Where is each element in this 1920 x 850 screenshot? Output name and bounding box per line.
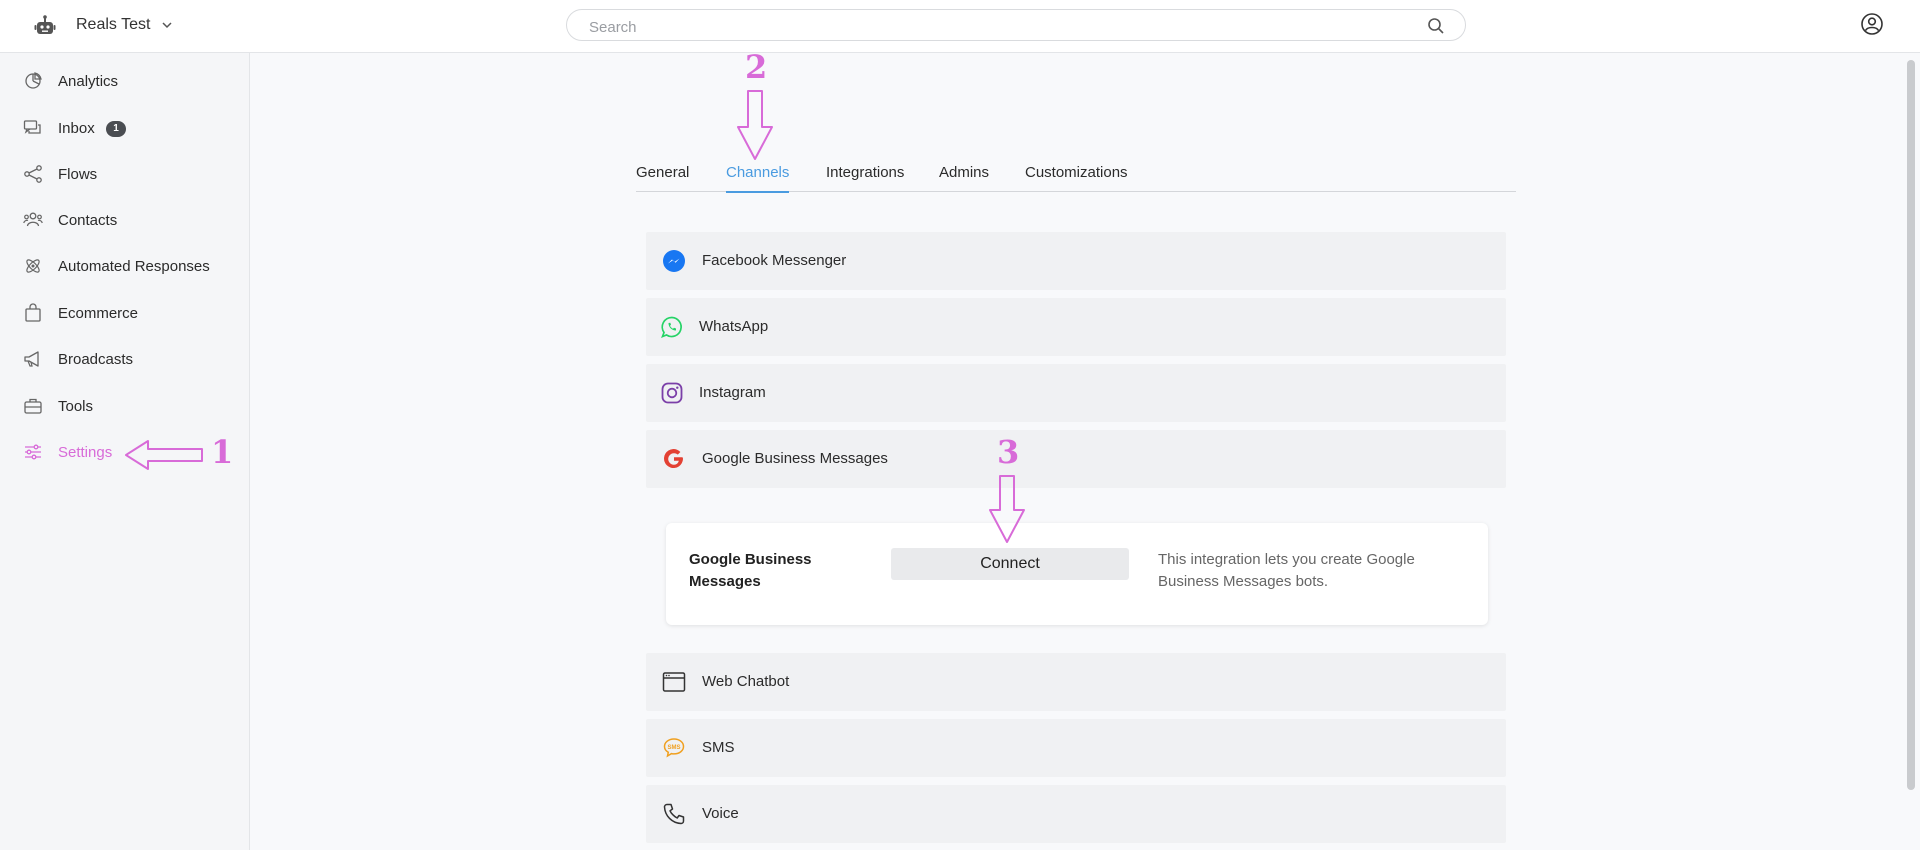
search-input[interactable] [587,16,1411,38]
sidebar-item-label: Ecommerce [58,304,139,322]
tools-icon [22,395,44,417]
bot-icon [34,15,56,34]
sidebar-item-ecommerce[interactable]: Ecommerce [0,293,249,333]
sidebar-item-label: Contacts [58,211,118,229]
google-icon [664,449,683,469]
annotation-arrow-left [125,440,203,470]
channel-row-instagram[interactable]: Instagram [646,364,1506,422]
ecommerce-icon [22,302,44,324]
annotation-arrow-down [989,475,1025,543]
sidebar-item-contacts[interactable]: Contacts [0,200,249,240]
svg-text:SMS: SMS [667,745,680,751]
automated-responses-icon [22,255,44,277]
sidebar-item-label: Analytics [58,72,119,90]
sidebar-item-flows[interactable]: Flows [0,154,249,194]
channel-label: WhatsApp [699,318,769,335]
connect-button[interactable]: Connect [891,548,1129,580]
sms-icon: SMS [663,738,685,758]
card-description: This integration lets you create Google … [1158,551,1415,590]
instagram-icon [661,382,683,404]
inbox-count-badge: 1 [106,121,126,137]
search-icon[interactable] [1427,17,1445,35]
scrollbar-thumb[interactable] [1907,60,1915,790]
tab-admins[interactable]: Admins [939,164,989,191]
channel-row-facebook-messenger[interactable]: Facebook Messenger [646,232,1506,290]
sidebar-item-inbox[interactable]: Inbox 1 [0,108,249,148]
sidebar-item-broadcasts[interactable]: Broadcasts [0,339,249,379]
contacts-icon [22,209,44,231]
sidebar-item-automated-responses[interactable]: Automated Responses [0,246,249,286]
sidebar-item-analytics[interactable]: Analytics [0,61,249,101]
tab-channels[interactable]: Channels [726,164,790,193]
channel-row-google-business-messages[interactable]: Google Business Messages [646,430,1506,488]
sidebar-item-label: Inbox [58,119,95,137]
settings-icon [22,441,44,463]
channel-label: Facebook Messenger [702,252,847,269]
sidebar-item-tools[interactable]: Tools [0,386,249,426]
channel-row-whatsapp[interactable]: WhatsApp [646,298,1506,356]
tab-integrations[interactable]: Integrations [826,164,904,191]
google-business-connect-card: Google Business Messages Connect This in… [666,523,1488,625]
channel-row-voice[interactable]: Voice [646,785,1506,843]
sidebar-item-label: Settings [58,443,113,461]
whatsapp-icon [661,316,682,338]
search-box [566,9,1466,41]
tab-customizations[interactable]: Customizations [1025,164,1128,191]
sidebar-item-label: Tools [58,397,94,415]
sidebar-item-label: Flows [58,165,98,183]
web-chatbot-icon [662,672,686,692]
messenger-icon [663,250,685,272]
annotation-number: 1 [211,433,234,471]
sidebar-item-label: Automated Responses [58,257,210,275]
annotation-arrow-down [737,90,773,160]
account-icon[interactable] [1860,12,1884,36]
channel-row-web-chatbot[interactable]: Web Chatbot [646,653,1506,711]
card-title: Google Business Messages [689,551,812,590]
phone-icon [663,803,685,825]
broadcasts-icon [22,348,44,370]
chevron-down-icon [162,22,172,29]
channel-row-sms[interactable]: SMS SMS [646,719,1506,777]
tab-general[interactable]: General [636,164,689,191]
channel-label: Web Chatbot [702,673,790,690]
annotation-number: 3 [997,433,1020,471]
workspace-switcher[interactable]: Reals Test [76,12,174,38]
annotation-number: 2 [745,48,768,86]
top-bar: Reals Test [0,0,1920,53]
sidebar-item-label: Broadcasts [58,350,134,368]
channel-label: Voice [702,805,739,822]
inbox-icon [22,117,44,139]
channel-label: Instagram [699,384,766,401]
channel-label: Google Business Messages [702,450,888,467]
analytics-icon [22,70,44,92]
workspace-name: Reals Test [76,16,151,33]
channel-label: SMS [702,739,735,756]
flows-icon [22,163,44,185]
